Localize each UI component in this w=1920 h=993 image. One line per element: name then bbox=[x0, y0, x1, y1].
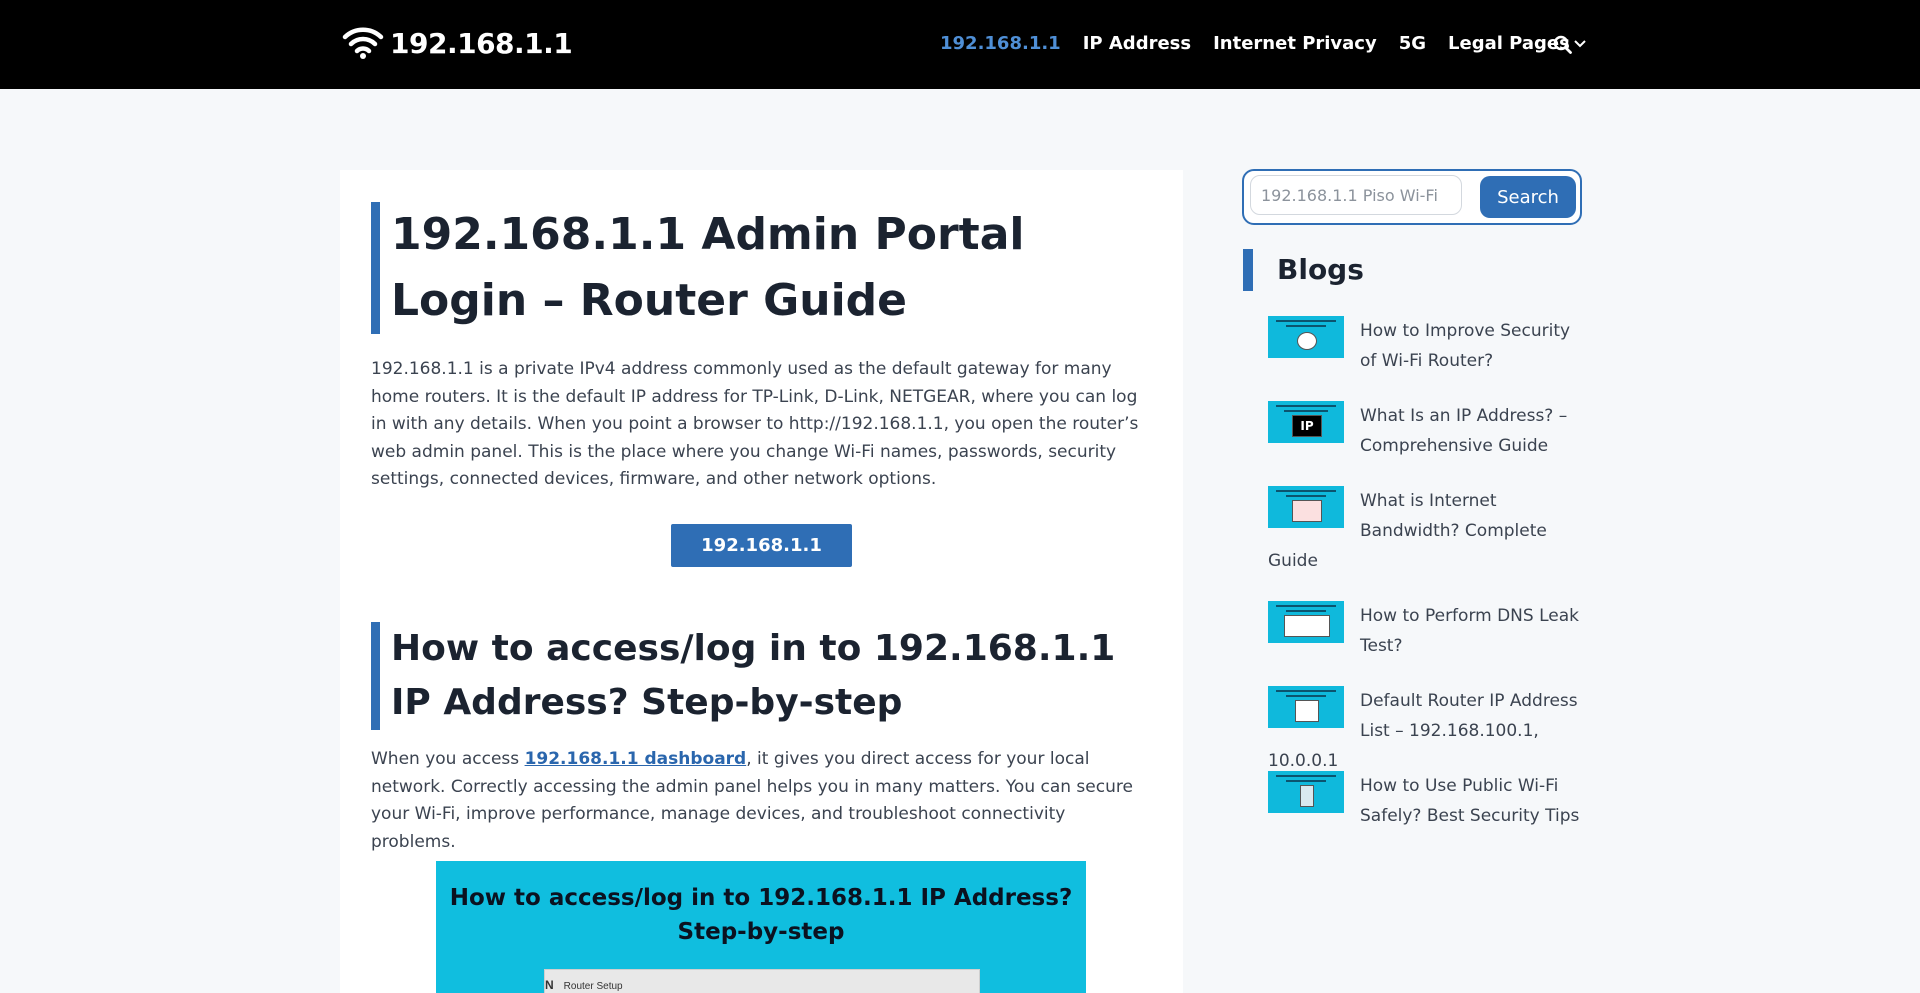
blog-item[interactable]: What is Internet Bandwidth? Complete Gui… bbox=[1268, 486, 1583, 576]
search-icon[interactable] bbox=[1553, 35, 1572, 54]
intro-paragraph: 192.168.1.1 is a private IPv4 address co… bbox=[371, 359, 1139, 489]
blog-thumbnail[interactable] bbox=[1268, 601, 1344, 643]
blog-item[interactable]: How to Improve Security of Wi-Fi Router? bbox=[1268, 316, 1583, 376]
router-screenshot-bar: N Router Setup bbox=[545, 978, 623, 992]
nav-item-5g[interactable]: 5G bbox=[1399, 33, 1426, 54]
blog-link[interactable]: How to Use Public Wi-Fi Safely? Best Sec… bbox=[1360, 776, 1579, 826]
wifi-icon bbox=[342, 27, 384, 59]
blog-item[interactable]: How to Perform DNS Leak Test? bbox=[1268, 601, 1583, 661]
section-paragraph: When you access 192.168.1.1 dashboard, i… bbox=[371, 746, 1151, 856]
router-screenshot: N Router Setup bbox=[544, 969, 980, 993]
sidebar-search-input[interactable] bbox=[1250, 175, 1462, 215]
blog-link[interactable]: How to Perform DNS Leak Test? bbox=[1360, 606, 1579, 656]
blog-link[interactable]: What Is an IP Address? – Comprehensive G… bbox=[1360, 406, 1567, 456]
router-screenshot-letter: N bbox=[545, 978, 554, 992]
sidebar-search-form: Search bbox=[1242, 169, 1582, 225]
page-title: 192.168.1.1 Admin Portal Login – Router … bbox=[371, 202, 1151, 334]
router-screenshot-label: Router Setup bbox=[563, 981, 623, 992]
site-logo[interactable]: 192.168.1.1 bbox=[342, 26, 573, 60]
blog-item[interactable]: Default Router IP Address List – 192.168… bbox=[1268, 686, 1583, 776]
blog-item[interactable]: IP What Is an IP Address? – Comprehensiv… bbox=[1268, 401, 1583, 461]
login-button[interactable]: 192.168.1.1 Login bbox=[671, 524, 852, 599]
chevron-down-icon bbox=[1574, 40, 1586, 48]
logo-text: 192.168.1.1 bbox=[390, 26, 573, 60]
blog-thumbnail[interactable] bbox=[1268, 486, 1344, 528]
blog-link[interactable]: How to Improve Security of Wi-Fi Router? bbox=[1360, 321, 1570, 371]
blog-thumbnail[interactable] bbox=[1268, 771, 1344, 813]
nav-item-internet-privacy[interactable]: Internet Privacy bbox=[1213, 33, 1377, 54]
sidebar-search-button[interactable]: Search bbox=[1480, 176, 1576, 218]
blog-thumbnail-text: IP bbox=[1292, 415, 1322, 437]
blog-item[interactable]: How to Use Public Wi-Fi Safely? Best Sec… bbox=[1268, 771, 1583, 831]
nav-item-home[interactable]: 192.168.1.1 bbox=[940, 33, 1061, 54]
dashboard-link[interactable]: 192.168.1.1 dashboard bbox=[525, 749, 747, 769]
blogs-heading: Blogs bbox=[1243, 249, 1364, 291]
section-heading: How to access/log in to 192.168.1.1 IP A… bbox=[371, 622, 1151, 730]
main-nav: 192.168.1.1 IP Address Internet Privacy … bbox=[940, 33, 1608, 54]
nav-item-legal-pages-label: Legal Pages bbox=[1448, 33, 1570, 54]
article-image-title: How to access/log in to 192.168.1.1 IP A… bbox=[449, 885, 1073, 945]
article-image: How to access/log in to 192.168.1.1 IP A… bbox=[436, 861, 1086, 993]
section-text-before: When you access bbox=[371, 749, 525, 769]
blog-thumbnail[interactable] bbox=[1268, 316, 1344, 358]
site-header: 192.168.1.1 192.168.1.1 IP Address Inter… bbox=[0, 0, 1920, 89]
nav-item-ip-address[interactable]: IP Address bbox=[1083, 33, 1191, 54]
blog-thumbnail[interactable] bbox=[1268, 686, 1344, 728]
blog-thumbnail[interactable]: IP bbox=[1268, 401, 1344, 443]
